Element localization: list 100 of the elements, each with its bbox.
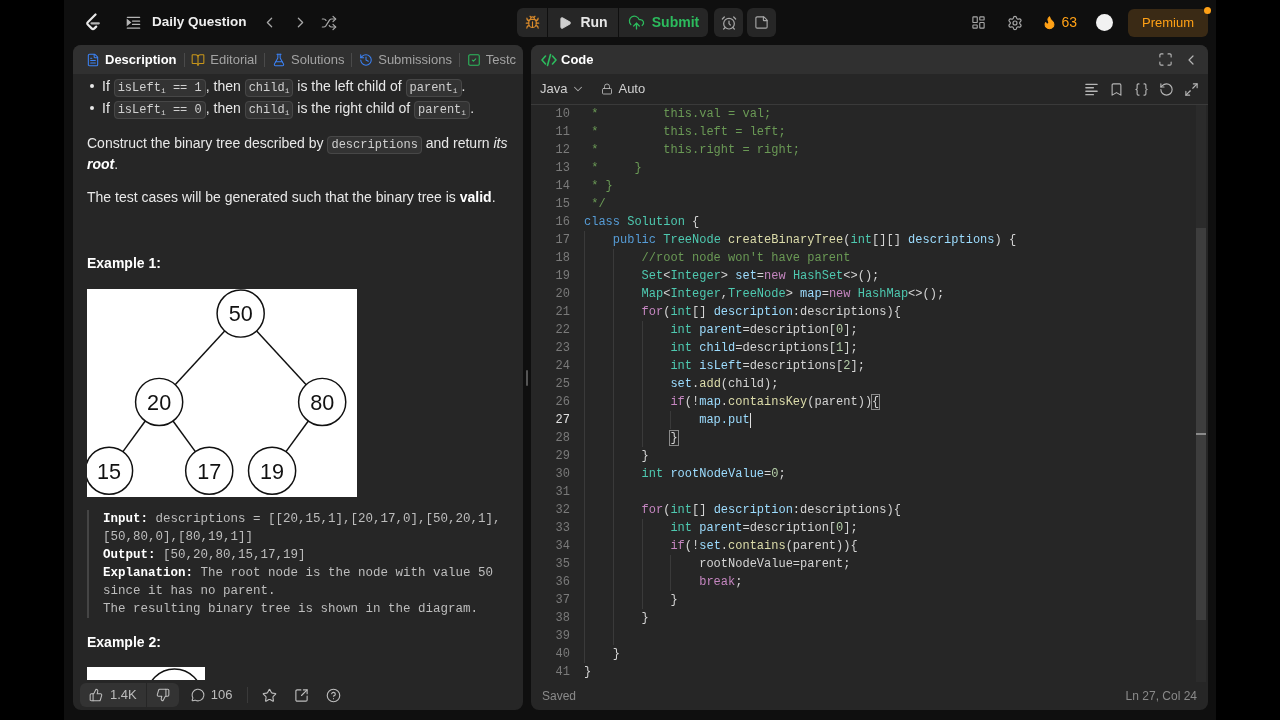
dislike-button[interactable] bbox=[146, 683, 179, 707]
flask-icon bbox=[272, 52, 286, 67]
code-text: int parent=description[0]; bbox=[670, 322, 858, 339]
expand-icon[interactable] bbox=[1184, 81, 1199, 97]
line-number: 40 bbox=[554, 646, 570, 663]
star-icon[interactable] bbox=[262, 687, 278, 703]
code-text: * this.right = right; bbox=[591, 142, 801, 159]
history-icon bbox=[359, 52, 374, 67]
braces-icon[interactable] bbox=[1134, 81, 1149, 97]
tab[interactable]: Submissions bbox=[352, 48, 459, 71]
line-number: 13 bbox=[554, 160, 570, 177]
bug-icon bbox=[524, 15, 540, 30]
code-text: public TreeNode createBinaryTree(int[][] descriptions) { bbox=[612, 232, 1017, 249]
tree-edge bbox=[255, 330, 307, 386]
undo-icon[interactable] bbox=[1159, 81, 1174, 97]
avatar-icon[interactable] bbox=[1096, 14, 1113, 31]
code-text: class Solution { bbox=[584, 214, 700, 231]
line-number: 20 bbox=[554, 286, 570, 303]
share-icon[interactable] bbox=[294, 687, 310, 703]
code-text: * this.left = left; bbox=[591, 124, 786, 141]
line-number: 31 bbox=[554, 484, 570, 501]
line-number: 12 bbox=[554, 142, 570, 159]
language-select[interactable]: Java bbox=[540, 79, 586, 99]
tree-edge bbox=[122, 420, 146, 453]
like-button[interactable]: 1.4K bbox=[80, 683, 146, 707]
line-number: 19 bbox=[554, 268, 570, 285]
play-icon bbox=[558, 15, 573, 30]
check-square-icon bbox=[466, 52, 481, 67]
tree-edge bbox=[174, 330, 226, 386]
resize-handle[interactable] bbox=[526, 369, 528, 386]
tree-node: 50 bbox=[216, 289, 265, 338]
settings-icon[interactable] bbox=[1007, 14, 1024, 31]
text-cursor-icon bbox=[749, 412, 752, 428]
help-icon[interactable] bbox=[326, 687, 342, 703]
code-text: } bbox=[641, 448, 649, 465]
thumbs-up-icon bbox=[89, 688, 103, 702]
line-number: 28 bbox=[554, 430, 570, 447]
code-text: if(!map.containsKey(parent)){ bbox=[670, 394, 880, 411]
fullscreen-icon[interactable] bbox=[1158, 52, 1173, 67]
code-text: break; bbox=[699, 574, 743, 591]
code-text: rootNodeValue=parent; bbox=[699, 556, 851, 573]
book-icon bbox=[191, 52, 206, 67]
code-text: map.put bbox=[699, 412, 750, 429]
mode-label: Auto bbox=[618, 80, 646, 99]
example-heading: Example 1: bbox=[87, 254, 161, 273]
notes-button[interactable] bbox=[747, 8, 776, 37]
line-number: 33 bbox=[554, 520, 570, 537]
line-number: 35 bbox=[554, 556, 570, 573]
line-number: 16 bbox=[554, 214, 570, 231]
align-left-icon[interactable] bbox=[1084, 81, 1099, 97]
line-number: 14 bbox=[554, 178, 570, 195]
line-number: 26 bbox=[554, 394, 570, 411]
list-icon bbox=[126, 15, 141, 30]
line-number: 25 bbox=[554, 376, 570, 393]
shuffle-icon[interactable] bbox=[320, 14, 337, 31]
tree-edge bbox=[285, 420, 310, 453]
line-number: 17 bbox=[554, 232, 570, 249]
line-number: 39 bbox=[554, 628, 570, 645]
problem-list-button[interactable]: Daily Question bbox=[126, 12, 247, 33]
logo-icon[interactable] bbox=[85, 13, 101, 32]
line-number: 29 bbox=[554, 448, 570, 465]
run-button[interactable]: Run bbox=[548, 8, 618, 37]
bullet-icon bbox=[90, 106, 94, 110]
line-number: 32 bbox=[554, 502, 570, 519]
tab[interactable]: Testc bbox=[459, 48, 523, 71]
lock-icon bbox=[601, 83, 614, 95]
timer-button[interactable] bbox=[714, 8, 743, 37]
cursor-position-marker bbox=[1196, 433, 1206, 435]
debug-button[interactable] bbox=[517, 8, 547, 37]
line-number: 37 bbox=[554, 592, 570, 609]
line-number: 36 bbox=[554, 574, 570, 591]
description-text: If isLeft$_{i}$ == 0 , then child$_{i}$ is the right child of parent$_{i}$ . bbox=[102, 99, 474, 120]
tab[interactable]: Solutions bbox=[265, 48, 352, 71]
comments-button[interactable]: 106 bbox=[186, 683, 237, 707]
streak-button[interactable]: 63 bbox=[1042, 12, 1077, 33]
tab[interactable]: Editorial bbox=[184, 48, 265, 71]
example-text: Output: [50,20,80,15,17,19] bbox=[103, 547, 307, 565]
bookmark-icon[interactable] bbox=[1109, 81, 1124, 97]
line-number: 22 bbox=[554, 322, 570, 339]
code-text: * } bbox=[591, 178, 613, 195]
tab[interactable]: Description bbox=[79, 48, 184, 71]
code-text: for(int[] description:descriptions){ bbox=[641, 502, 901, 519]
premium-button[interactable]: Premium bbox=[1128, 8, 1208, 37]
scrollbar-thumb[interactable] bbox=[1196, 228, 1206, 620]
panel-title: Code bbox=[561, 50, 594, 69]
tree-node: 17 bbox=[184, 446, 234, 496]
code-text: //root node won't have parent bbox=[641, 250, 851, 267]
line-number: 24 bbox=[554, 358, 570, 375]
code-text: * this.val = val; bbox=[591, 106, 772, 123]
line-number: 38 bbox=[554, 610, 570, 627]
code-text: } bbox=[641, 610, 649, 627]
code-text: */ bbox=[591, 196, 606, 213]
layout-icon[interactable] bbox=[971, 15, 987, 30]
code-text: } bbox=[584, 664, 592, 681]
line-number: 15 bbox=[554, 196, 570, 213]
code-text: for(int[] description:descriptions){ bbox=[641, 304, 901, 321]
code-text: } bbox=[670, 430, 678, 447]
submit-button[interactable]: Submit bbox=[619, 8, 708, 37]
description-text: The test cases will be generated such that the binary tree is valid. bbox=[87, 188, 496, 207]
code-text: set.add(child); bbox=[670, 376, 779, 393]
